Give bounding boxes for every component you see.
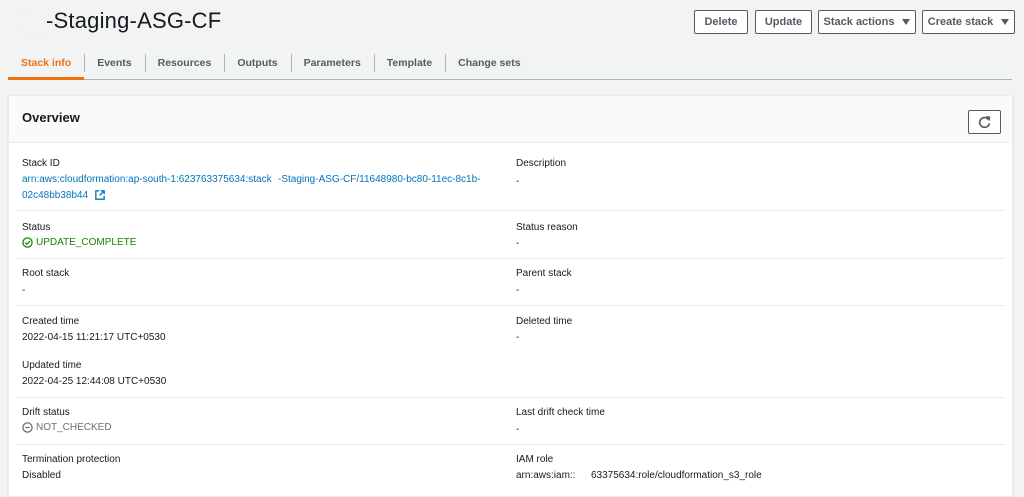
- parent-stack-label: Parent stack: [516, 268, 572, 279]
- updated-time-label: Updated time: [22, 360, 82, 371]
- update-button[interactable]: Update: [755, 10, 812, 34]
- overview-header: Overview: [9, 96, 1012, 143]
- tab-parameters[interactable]: Parameters: [290, 46, 374, 79]
- caret-down-icon: [1001, 19, 1010, 25]
- description-label: Description: [516, 158, 567, 169]
- status-reason-label: Status reason: [516, 222, 578, 233]
- iam-role-part2: 63375634:role/cloudformation_s3_role: [591, 470, 762, 481]
- tab-stack-info[interactable]: Stack info: [8, 46, 85, 80]
- stack-id-part2[interactable]: -Staging-ASG-CF/11648980-bc80-11ec-8c1b-: [278, 174, 481, 185]
- drift-status-label: Drift status: [22, 407, 70, 418]
- create-stack-label: Create stack: [927, 16, 994, 28]
- updated-time-value: 2022-04-25 12:44:08 UTC+0530: [22, 376, 167, 387]
- tab-events[interactable]: Events: [84, 46, 144, 79]
- redacted-region: [22, 10, 48, 32]
- divider: [16, 305, 1005, 306]
- stack-id-link[interactable]: 02c48bb38b44: [22, 190, 105, 201]
- page-header: -Staging-ASG-CF Delete Update Stack acti…: [0, 0, 1024, 44]
- stack-actions-label: Stack actions: [823, 16, 895, 28]
- divider: [16, 258, 1005, 259]
- check-circle-icon: [22, 237, 33, 248]
- drift-status-value: NOT_CHECKED: [22, 422, 112, 433]
- stack-id-part3: 02c48bb38b44: [22, 190, 89, 201]
- stack-actions-button[interactable]: Stack actions: [818, 10, 916, 34]
- last-drift-check-value: -: [516, 424, 520, 435]
- iam-role-label: IAM role: [516, 454, 554, 465]
- stack-id-part1[interactable]: arn:aws:cloudformation:ap-south-1:623763…: [22, 174, 272, 185]
- deleted-time-label: Deleted time: [516, 316, 573, 327]
- drift-status-text: NOT_CHECKED: [36, 422, 112, 433]
- minus-circle-icon: [22, 422, 33, 433]
- divider: [16, 397, 1005, 398]
- page-title: -Staging-ASG-CF: [46, 8, 222, 33]
- refresh-button[interactable]: [968, 110, 1001, 134]
- iam-role-part1: arn:aws:iam::: [516, 470, 576, 481]
- tab-template[interactable]: Template: [373, 46, 445, 79]
- deleted-time-value: -: [516, 332, 520, 343]
- root-stack-value: -: [22, 285, 26, 296]
- root-stack-label: Root stack: [22, 268, 70, 279]
- divider: [16, 210, 1005, 211]
- tab-bar: Stack info Events Resources Outputs Para…: [8, 46, 1012, 80]
- parent-stack-value: -: [516, 285, 520, 296]
- termination-protection-label: Termination protection: [22, 454, 121, 465]
- tab-resources[interactable]: Resources: [144, 46, 225, 79]
- overview-panel: Overview Stack ID arn:aws:cloudformation…: [8, 95, 1013, 497]
- refresh-icon: [978, 115, 991, 128]
- description-value: -: [516, 176, 520, 187]
- status-value: UPDATE_COMPLETE: [22, 237, 136, 248]
- created-time-label: Created time: [22, 316, 80, 327]
- status-label: Status: [22, 222, 51, 233]
- last-drift-check-label: Last drift check time: [516, 407, 605, 418]
- external-link-icon: [95, 190, 105, 200]
- created-time-value: 2022-04-15 11:21:17 UTC+0530: [22, 332, 166, 343]
- caret-down-icon: [902, 19, 911, 25]
- delete-button[interactable]: Delete: [694, 10, 748, 34]
- termination-protection-value: Disabled: [22, 470, 61, 481]
- status-reason-value: -: [516, 238, 520, 249]
- tab-outputs[interactable]: Outputs: [224, 46, 290, 79]
- divider: [16, 444, 1005, 445]
- tab-change-sets[interactable]: Change sets: [445, 46, 533, 79]
- stack-id-label: Stack ID: [22, 158, 60, 169]
- overview-title: Overview: [22, 110, 80, 125]
- create-stack-button[interactable]: Create stack: [922, 10, 1015, 34]
- status-text: UPDATE_COMPLETE: [36, 237, 137, 248]
